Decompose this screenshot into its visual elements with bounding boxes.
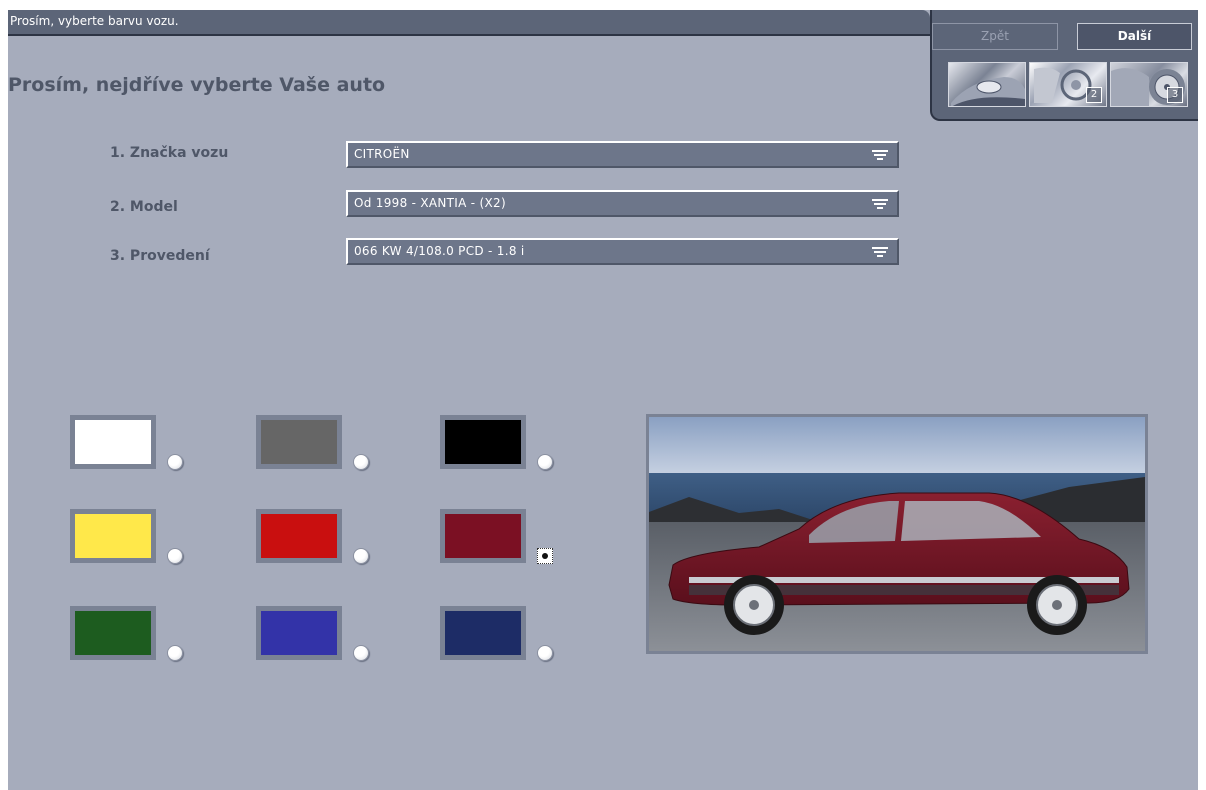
color-radio-button[interactable] <box>353 548 369 564</box>
color-swatch[interactable] <box>440 415 526 469</box>
color-radio-button[interactable] <box>537 454 553 470</box>
status-text: Prosím, vyberte barvu vozu. <box>10 14 179 28</box>
color-radio-button[interactable] <box>537 645 553 661</box>
back-button[interactable]: Zpět <box>932 23 1058 50</box>
step-1-thumbnail[interactable] <box>948 62 1026 107</box>
model-label: 2. Model <box>110 199 178 215</box>
version-select[interactable]: 066 KW 4/108.0 PCD - 1.8 i <box>346 238 899 265</box>
car-preview-frame <box>646 414 1148 654</box>
version-select-value: 066 KW 4/108.0 PCD - 1.8 i <box>354 244 525 258</box>
color-swatch[interactable] <box>256 415 342 469</box>
make-label: 1. Značka vozu <box>110 145 229 161</box>
color-swatch[interactable] <box>440 606 526 660</box>
navigation-panel: Zpět Další 2 3 <box>930 10 1198 121</box>
page-title: Prosím, nejdříve vyberte Vaše auto <box>8 74 386 96</box>
color-swatch[interactable] <box>440 509 526 563</box>
color-swatch[interactable] <box>256 509 342 563</box>
color-swatch[interactable] <box>256 606 342 660</box>
car-preview-image <box>649 417 1145 651</box>
step-2-number: 2 <box>1086 87 1102 103</box>
dropdown-arrow-icon <box>872 199 888 209</box>
dropdown-arrow-icon <box>872 150 888 160</box>
color-radio-button[interactable] <box>167 548 183 564</box>
status-bar: Prosím, vyberte barvu vozu. <box>8 10 930 36</box>
model-select[interactable]: Od 1998 - XANTIA - (X2) <box>346 190 899 217</box>
next-button[interactable]: Další <box>1077 23 1192 50</box>
color-radio-button[interactable] <box>537 548 553 564</box>
step-3-number: 3 <box>1167 87 1183 103</box>
make-select-value: CITROËN <box>354 147 410 161</box>
color-radio-button[interactable] <box>353 645 369 661</box>
color-swatch[interactable] <box>70 509 156 563</box>
car-front-icon <box>951 77 1025 106</box>
color-swatch[interactable] <box>70 606 156 660</box>
color-radio-button[interactable] <box>353 454 369 470</box>
color-radio-button[interactable] <box>167 645 183 661</box>
color-radio-button[interactable] <box>167 454 183 470</box>
color-swatch[interactable] <box>70 415 156 469</box>
app-window: Prosím, vyberte barvu vozu. Zpět Další 2 <box>8 10 1198 790</box>
version-label: 3. Provedení <box>110 248 210 264</box>
model-select-value: Od 1998 - XANTIA - (X2) <box>354 196 506 210</box>
step-2-thumbnail[interactable]: 2 <box>1029 62 1107 107</box>
step-3-thumbnail[interactable]: 3 <box>1110 62 1188 107</box>
make-select[interactable]: CITROËN <box>346 141 899 168</box>
dropdown-arrow-icon <box>872 247 888 257</box>
